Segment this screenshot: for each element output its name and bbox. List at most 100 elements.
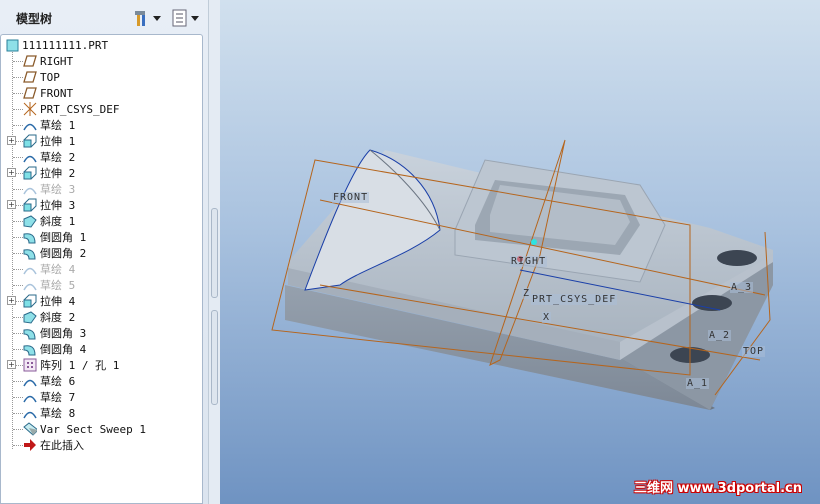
tree-item-label: 拉伸 2 [40,167,76,180]
tree-guide-line [13,285,23,286]
tree-guide-line [13,109,23,110]
tree-item[interactable]: 草绘 2 [23,149,75,165]
expand-toggle[interactable]: + [7,136,16,145]
label-right: RIGHT [510,256,548,267]
expand-toggle[interactable]: + [7,360,16,369]
tree-item[interactable]: 拉伸 1 [23,133,75,149]
chevron-down-icon [153,15,161,21]
tree-tools-button[interactable] [132,8,161,28]
tree-item[interactable]: RIGHT [23,53,73,69]
datum-plane-icon [23,54,37,68]
label-front: FRONT [332,192,370,203]
tree-guide-line [13,221,23,222]
label-a3: A_3 [730,282,754,293]
hole [717,250,757,266]
sketch-icon [23,406,37,420]
insert-arrow-icon [23,438,37,452]
model-tree-panel: 模型树 111111111.PRT RIGHT TOP FRONT PRT_CSYS_… [0,0,215,504]
graphics-viewport[interactable]: FRONT RIGHT Z PRT_CSYS_DEF X A_3 A_2 TOP… [220,0,820,504]
tree-guide-line [13,125,23,126]
draft-icon [23,310,37,324]
tree-guide-line [12,47,13,449]
tree-item-label: 草绘 2 [40,151,76,164]
tree-item-label: 倒圆角 1 [40,231,87,244]
part-model [271,139,773,410]
sketch-icon [23,278,37,292]
splitter-grip[interactable] [211,208,218,298]
tree-item-label: TOP [40,70,60,84]
tree-item[interactable]: 倒圆角 4 [23,341,86,357]
tree-item[interactable]: 拉伸 4 [23,293,75,309]
panel-splitter[interactable] [208,0,220,504]
round-icon [23,230,37,244]
tree-item[interactable]: 斜度 1 [23,213,75,229]
model-tree-header: 模型树 [0,0,208,34]
tree-item[interactable]: 倒圆角 1 [23,229,86,245]
sketch-icon [23,182,37,196]
watermark: 三维网 www.3dportal.cn [633,481,802,496]
extrude-icon [23,134,37,148]
expand-toggle[interactable]: + [7,296,16,305]
tree-item[interactable]: 草绘 4 [23,261,75,277]
extrude-icon [23,198,37,212]
tree-item[interactable]: 草绘 1 [23,117,75,133]
tree-item-label: 拉伸 1 [40,135,76,148]
tree-guide-line [13,381,23,382]
tree-guide-line [13,77,23,78]
label-csys: PRT_CSYS_DEF [531,294,618,305]
tree-item[interactable]: 斜度 2 [23,309,75,325]
tree-guide-line [13,429,23,430]
chevron-down-icon [191,15,199,21]
datum-plane-icon [23,70,37,84]
tree-item-label: 倒圆角 3 [40,327,87,340]
tree-item[interactable]: 草绘 5 [23,277,75,293]
tree-guide-line [13,157,23,158]
tree-guide-line [13,189,23,190]
draft-icon [23,214,37,228]
tree-item-label: 草绘 4 [40,263,76,276]
panel-title: 模型树 [16,12,53,26]
tree-item[interactable]: 阵列 1 / 孔 1 [23,357,119,373]
sweep-icon [23,422,37,436]
tree-item-label: 草绘 7 [40,391,76,404]
tree-guide-line [13,269,23,270]
sketch-icon [23,118,37,132]
tree-item-label: 草绘 3 [40,183,76,196]
tree-settings-button[interactable] [172,8,199,28]
tree-item[interactable]: 拉伸 3 [23,197,75,213]
label-z: Z [522,288,532,299]
tree-item[interactable]: FRONT [23,85,73,101]
list-icon [172,9,187,27]
tree-item[interactable]: 草绘 6 [23,373,75,389]
tree-item[interactable]: TOP [23,69,60,85]
tree-item[interactable]: PRT_CSYS_DEF [23,101,119,117]
tree-root[interactable]: 111111111.PRT [5,37,108,53]
expand-toggle[interactable]: + [7,200,16,209]
tree-guide-line [13,349,23,350]
tree-root-label: 111111111.PRT [22,38,109,52]
round-icon [23,342,37,356]
round-icon [23,326,37,340]
tree-item-label: 倒圆角 4 [40,343,87,356]
tree-item[interactable]: 草绘 3 [23,181,75,197]
round-icon [23,246,37,260]
label-top: TOP [742,346,766,357]
splitter-grip[interactable] [211,310,218,405]
tree-guide-line [13,93,23,94]
tree-guide-line [13,61,23,62]
expand-toggle[interactable]: + [7,168,16,177]
tree-item[interactable]: 草绘 7 [23,389,75,405]
tree-item[interactable]: 拉伸 2 [23,165,75,181]
tree-item[interactable]: 草绘 8 [23,405,75,421]
tree-item-label: FRONT [40,86,74,100]
label-x: X [542,312,552,323]
sketch-icon [23,390,37,404]
tree-item-label: 拉伸 3 [40,199,76,212]
sketch-icon [23,374,37,388]
tree-item[interactable]: Var Sect Sweep 1 [23,421,146,437]
tree-item[interactable]: 倒圆角 2 [23,245,86,261]
tree-item-label: PRT_CSYS_DEF [40,102,120,116]
tree-item-label: 草绘 8 [40,407,76,420]
tree-item[interactable]: 在此插入 [23,437,84,453]
tree-item[interactable]: 倒圆角 3 [23,325,86,341]
